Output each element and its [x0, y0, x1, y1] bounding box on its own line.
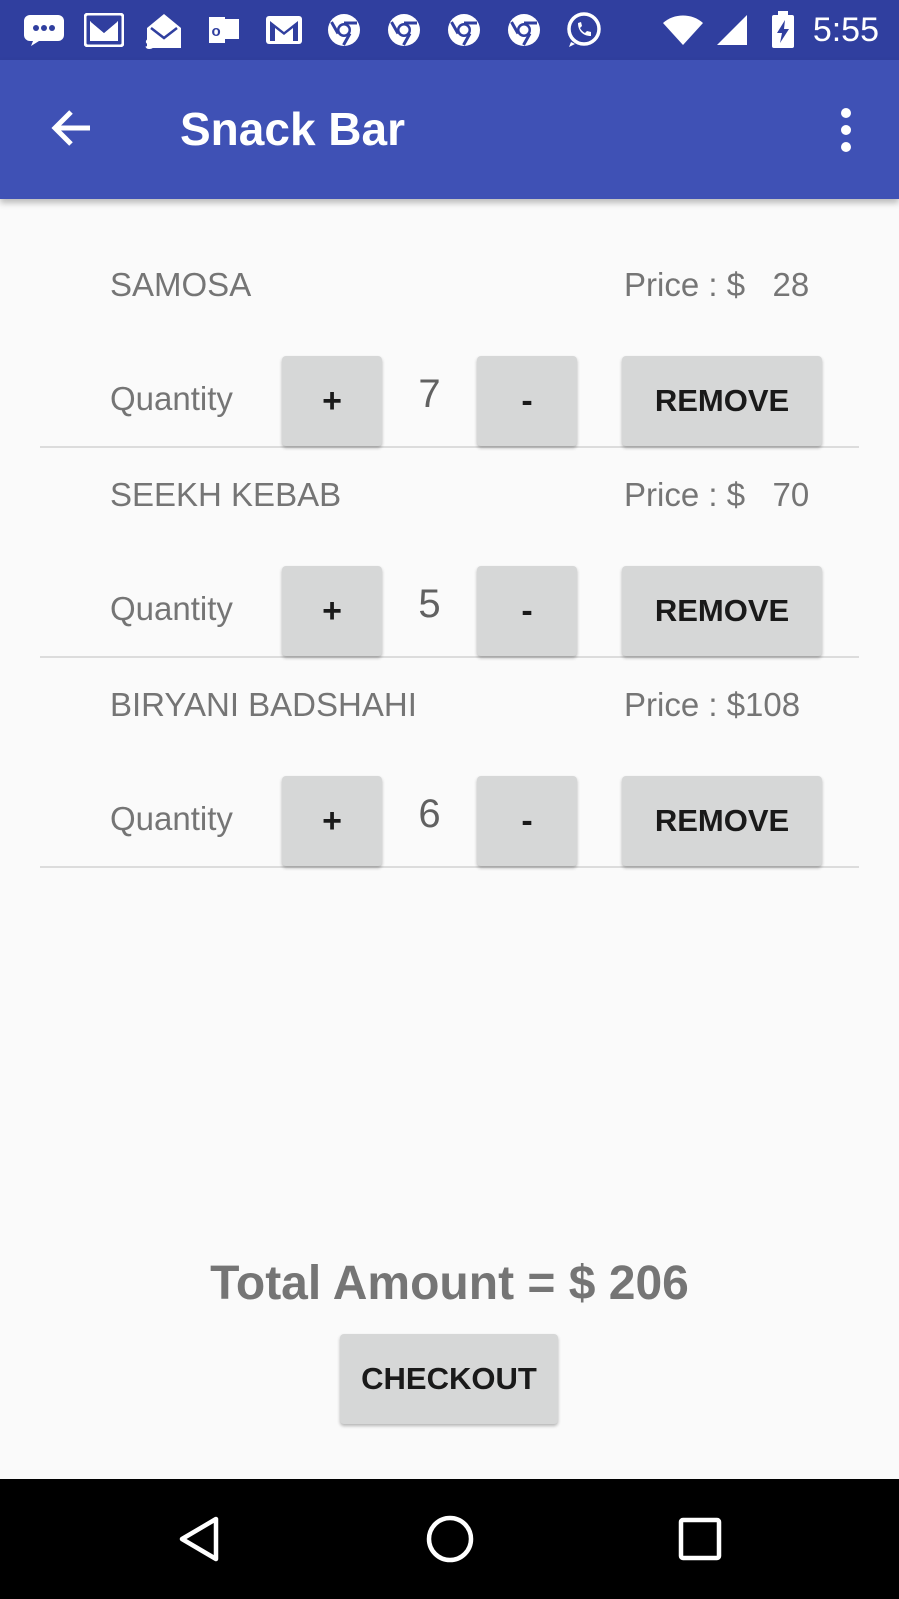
item-price: Price : $ 70 [624, 476, 810, 513]
message-icon [22, 10, 66, 50]
quantity-label: Quantity [110, 800, 233, 837]
status-bar: s o 5:55 [0, 0, 899, 60]
checkout-button[interactable]: CHECKOUT [340, 1334, 558, 1424]
page-title: Snack Bar [180, 103, 406, 155]
quantity-label: Quantity [110, 380, 233, 417]
item-name: BIRYANI BADSHAHI [110, 686, 417, 723]
recents-square-icon[interactable] [670, 1509, 730, 1569]
overflow-menu-icon[interactable] [831, 104, 861, 156]
remove-button[interactable]: REMOVE [622, 776, 822, 866]
home-circle-icon[interactable] [420, 1509, 480, 1569]
decrease-quantity-button[interactable]: - [477, 566, 577, 656]
navigation-bar [0, 1479, 899, 1599]
cart-item: BIRYANI BADSHAHI Price : $108 Quantity +… [40, 658, 859, 868]
decrease-quantity-button[interactable]: - [477, 776, 577, 866]
chrome-icon [382, 10, 426, 50]
status-time: 5:55 [812, 10, 879, 49]
increase-quantity-button[interactable]: + [282, 356, 382, 446]
gmail-icon [262, 10, 306, 50]
notification-icons: s o [0, 10, 622, 50]
app-bar: Snack Bar [0, 60, 899, 199]
quantity-value: 6 [418, 792, 441, 836]
remove-button[interactable]: REMOVE [622, 566, 822, 656]
quantity-value: 5 [418, 582, 441, 626]
email-icon: s [142, 10, 186, 50]
remove-button[interactable]: REMOVE [622, 356, 822, 446]
chrome-icon [322, 10, 366, 50]
chrome-icon [442, 10, 486, 50]
item-name: SEEKH KEBAB [110, 476, 342, 513]
total-amount: Total Amount = $ 206 [210, 1257, 689, 1310]
chrome-icon [502, 10, 546, 50]
wifi-icon [661, 13, 705, 47]
cart-item: SAMOSA Price : $ 28 Quantity + 7 - REMOV… [40, 238, 859, 448]
quantity-value: 7 [418, 372, 441, 416]
increase-quantity-button[interactable]: + [282, 776, 382, 866]
item-price: Price : $108 [624, 686, 801, 723]
svg-text:s: s [145, 33, 154, 50]
outlook-icon: o [202, 10, 246, 50]
system-status: 5:55 [661, 0, 879, 60]
svg-text:o: o [212, 23, 221, 40]
cart-item: SEEKH KEBAB Price : $ 70 Quantity + 5 - … [40, 448, 859, 658]
quantity-label: Quantity [110, 590, 233, 627]
signal-icon [715, 13, 749, 47]
decrease-quantity-button[interactable]: - [477, 356, 577, 446]
back-triangle-icon[interactable] [172, 1509, 232, 1569]
back-arrow-icon[interactable] [44, 100, 100, 156]
whatsapp-icon [562, 10, 606, 50]
battery-charging-icon [771, 11, 795, 49]
increase-quantity-button[interactable]: + [282, 566, 382, 656]
item-price: Price : $ 28 [624, 266, 810, 303]
gmail-icon [82, 10, 126, 50]
item-name: SAMOSA [110, 266, 252, 303]
